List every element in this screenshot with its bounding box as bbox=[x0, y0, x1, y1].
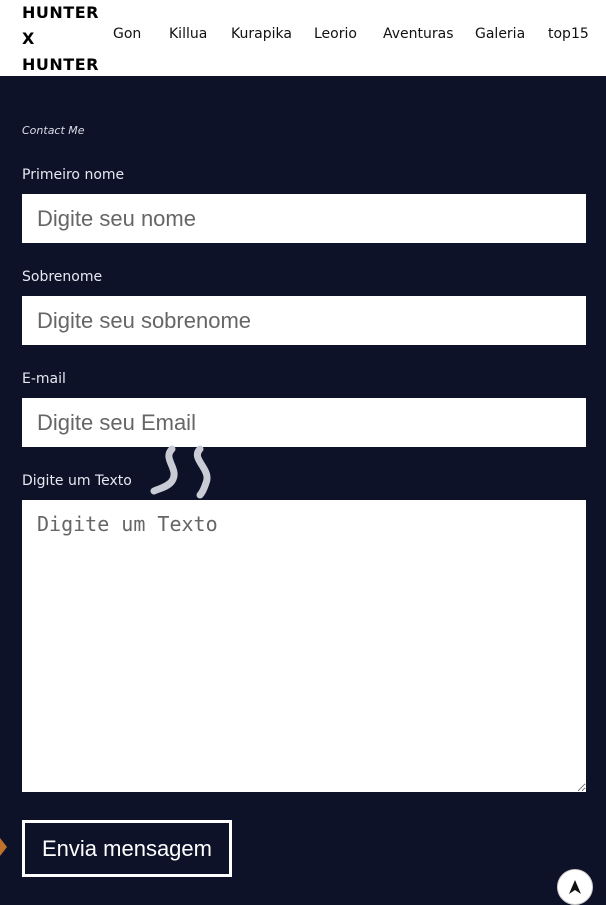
logo-line-3: HUNTER bbox=[22, 55, 99, 74]
last-name-input[interactable] bbox=[22, 296, 586, 345]
site-header: HUNTER X HUNTER Gon Killua Kurapika Leor… bbox=[0, 0, 606, 76]
logo-line-1: HUNTER bbox=[22, 3, 99, 22]
nav-link-top15[interactable]: top15 bbox=[548, 26, 589, 42]
first-name-input[interactable] bbox=[22, 194, 586, 243]
main-nav: Gon Killua Kurapika Leorio Aventuras Gal… bbox=[0, 26, 606, 46]
nav-link-killua[interactable]: Killua bbox=[169, 26, 207, 42]
message-label: Digite um Texto bbox=[22, 473, 132, 489]
nav-link-gon[interactable]: Gon bbox=[113, 26, 141, 42]
contact-title: Contact Me bbox=[22, 124, 85, 137]
scroll-top-button[interactable] bbox=[557, 869, 593, 905]
send-message-button[interactable]: Envia mensagem bbox=[22, 820, 232, 877]
email-label: E-mail bbox=[22, 371, 66, 387]
nav-link-leorio[interactable]: Leorio bbox=[314, 26, 357, 42]
message-textarea[interactable] bbox=[22, 500, 586, 792]
first-name-label: Primeiro nome bbox=[22, 167, 125, 183]
arrow-up-icon bbox=[569, 880, 581, 894]
nav-link-kurapika[interactable]: Kurapika bbox=[231, 26, 292, 42]
nav-link-galeria[interactable]: Galeria bbox=[475, 26, 525, 42]
last-name-label: Sobrenome bbox=[22, 269, 103, 285]
orange-tab-icon[interactable] bbox=[0, 838, 7, 856]
quote-swirl-icon bbox=[150, 445, 211, 499]
email-input[interactable] bbox=[22, 398, 586, 447]
nav-link-aventuras[interactable]: Aventuras bbox=[383, 26, 454, 42]
